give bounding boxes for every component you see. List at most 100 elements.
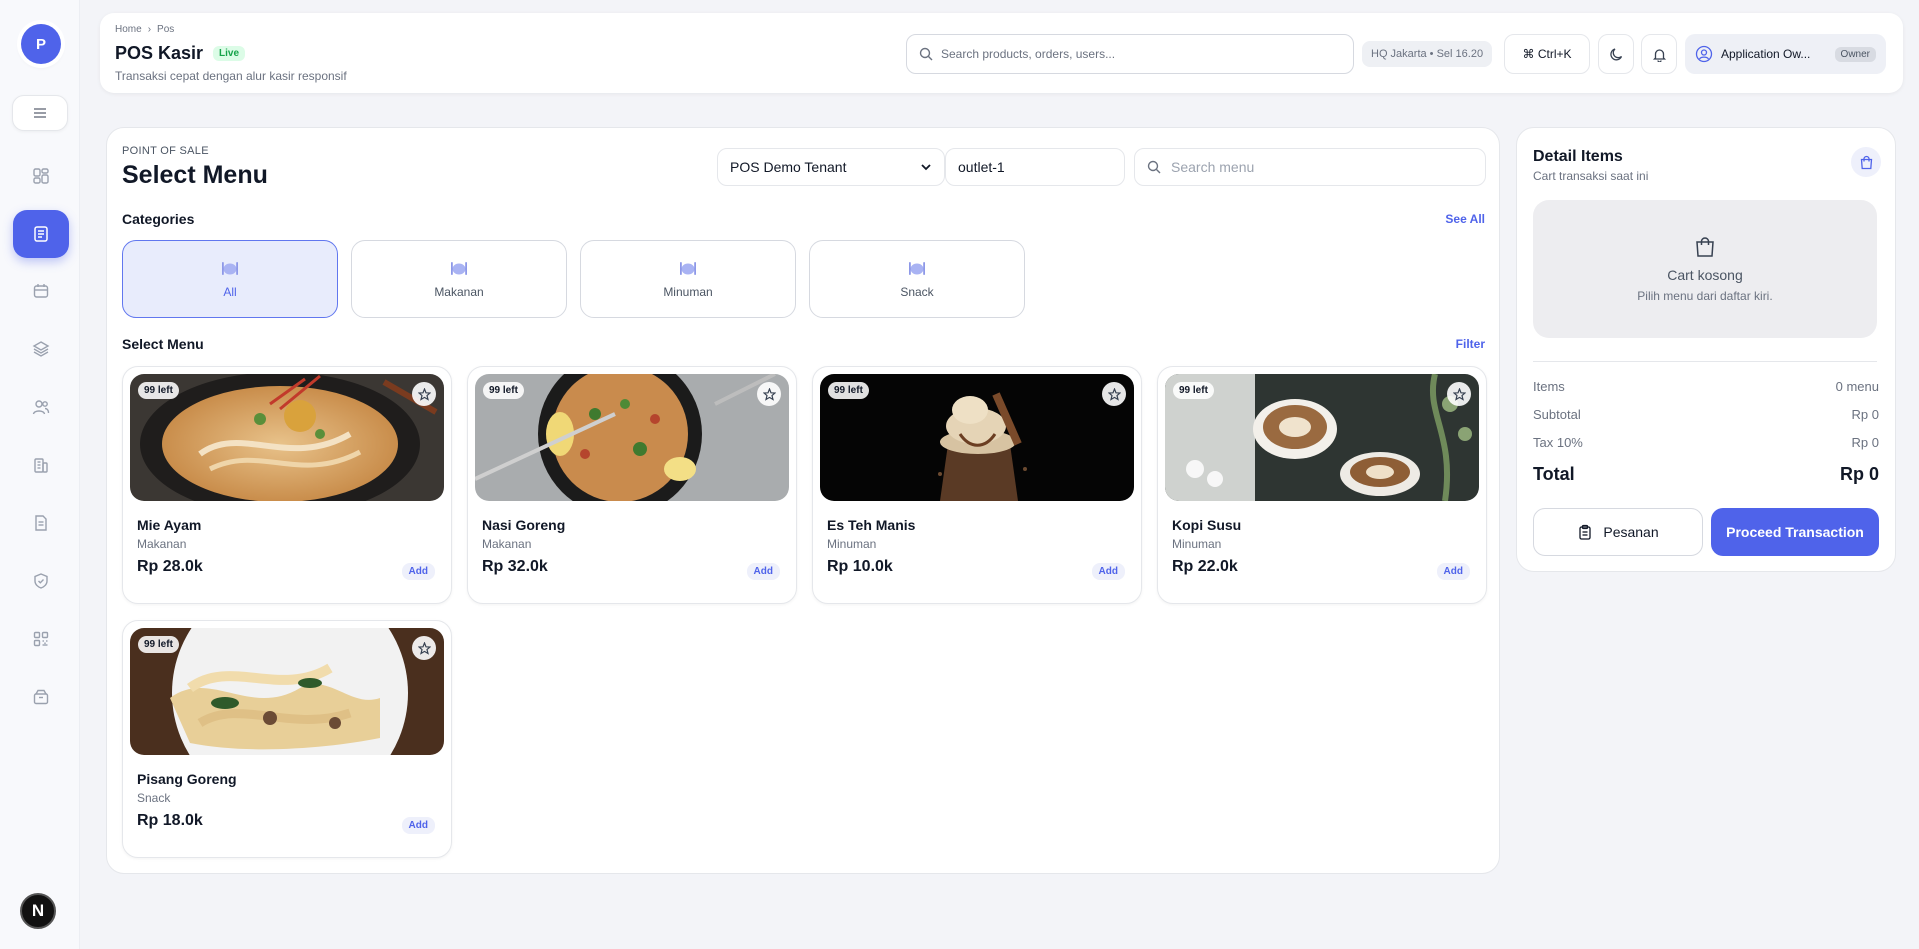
stock-badge: 99 left bbox=[138, 636, 179, 653]
product-card[interactable]: 99 left Pisang Goreng Snack Rp 18.0k Add bbox=[122, 620, 452, 858]
chevron-down-icon bbox=[921, 164, 931, 171]
breadcrumb-home[interactable]: Home bbox=[115, 24, 142, 35]
stock-badge: 99 left bbox=[138, 382, 179, 399]
add-to-cart-button[interactable]: Add bbox=[401, 817, 435, 834]
clipboard-icon bbox=[1579, 524, 1592, 540]
cart-button[interactable] bbox=[1851, 147, 1881, 177]
product-card[interactable]: 99 left Es Teh Manis Minuman Rp 10.0k Ad… bbox=[812, 366, 1142, 604]
product-card[interactable]: 99 left Nasi Goreng Makanan Rp 32.0k Add bbox=[467, 366, 797, 604]
add-to-cart-button[interactable]: Add bbox=[1436, 563, 1470, 580]
outlet-input[interactable]: outlet-1 bbox=[945, 148, 1125, 186]
star-icon bbox=[417, 387, 431, 401]
add-to-cart-button[interactable]: Add bbox=[1091, 563, 1125, 580]
nav-calendar[interactable] bbox=[13, 267, 69, 315]
nav-building[interactable] bbox=[13, 441, 69, 489]
product-name: Mie Ayam bbox=[137, 517, 202, 533]
product-card[interactable]: 99 left Mie Ayam Makanan Rp 28.0k Add bbox=[122, 366, 452, 604]
theme-toggle-button[interactable] bbox=[1598, 34, 1634, 74]
app-logo[interactable]: P bbox=[21, 24, 61, 64]
nav-dashboard[interactable] bbox=[13, 152, 69, 200]
dish-icon bbox=[909, 262, 925, 275]
category-label: Snack bbox=[900, 285, 934, 299]
menu-search-input[interactable]: Search menu bbox=[1134, 148, 1486, 186]
product-name: Kopi Susu bbox=[1172, 517, 1242, 533]
nav-users[interactable] bbox=[13, 383, 69, 431]
product-name: Pisang Goreng bbox=[137, 771, 237, 787]
items-row: Items 0 menu bbox=[1533, 379, 1879, 394]
product-name: Es Teh Manis bbox=[827, 517, 916, 533]
product-category: Minuman bbox=[1172, 537, 1222, 551]
cart-subtitle: Cart transaksi saat ini bbox=[1533, 169, 1649, 183]
category-all[interactable]: All bbox=[122, 240, 338, 318]
category-snack[interactable]: Snack bbox=[809, 240, 1025, 318]
notifications-button[interactable] bbox=[1641, 34, 1677, 74]
product-category: Snack bbox=[137, 791, 171, 805]
items-label: Items bbox=[1533, 379, 1565, 394]
favorite-button[interactable] bbox=[757, 382, 781, 406]
category-minuman[interactable]: Minuman bbox=[580, 240, 796, 318]
subtotal-row: Subtotal Rp 0 bbox=[1533, 407, 1879, 422]
product-card[interactable]: 99 left Kopi Susu Minuman Rp 22.0k Add bbox=[1157, 366, 1487, 604]
nav-inventory[interactable] bbox=[13, 673, 69, 721]
bell-icon bbox=[1652, 48, 1666, 62]
product-category: Minuman bbox=[827, 537, 877, 551]
profile-name: Application Ow... bbox=[1721, 47, 1811, 61]
nav-documents[interactable] bbox=[13, 499, 69, 547]
search-icon bbox=[1147, 160, 1161, 174]
search-icon bbox=[919, 47, 933, 61]
favorite-button[interactable] bbox=[412, 382, 436, 406]
hamburger-icon bbox=[34, 108, 46, 118]
role-badge: Owner bbox=[1834, 46, 1876, 62]
dish-icon bbox=[222, 262, 238, 275]
users-icon bbox=[32, 400, 50, 415]
cart-title: Detail Items bbox=[1533, 148, 1623, 165]
document-icon bbox=[35, 515, 47, 531]
star-icon bbox=[1452, 387, 1466, 401]
nav-security[interactable] bbox=[13, 557, 69, 605]
cart-panel: Detail Items Cart transaksi saat ini Car… bbox=[1516, 127, 1896, 572]
tenant-select[interactable]: POS Demo Tenant bbox=[717, 148, 945, 186]
nav-pos[interactable] bbox=[13, 210, 69, 258]
dish-icon bbox=[680, 262, 696, 275]
live-badge: Live bbox=[213, 46, 246, 61]
product-image: 99 left bbox=[130, 374, 444, 501]
filter-link[interactable]: Filter bbox=[1456, 337, 1485, 351]
qr-code-icon bbox=[33, 631, 49, 647]
add-to-cart-button[interactable]: Add bbox=[746, 563, 780, 580]
page-subtitle: Transaksi cepat dengan alur kasir respon… bbox=[115, 69, 347, 83]
building-icon bbox=[34, 458, 48, 473]
pos-icon bbox=[34, 226, 48, 242]
category-makanan[interactable]: Makanan bbox=[351, 240, 567, 318]
nav-layers[interactable] bbox=[13, 325, 69, 373]
nav-qr[interactable] bbox=[13, 615, 69, 663]
global-search-input[interactable]: Search products, orders, users... bbox=[906, 34, 1354, 74]
global-search-placeholder: Search products, orders, users... bbox=[941, 47, 1116, 61]
favorite-button[interactable] bbox=[412, 636, 436, 660]
page-title-row: POS Kasir Live bbox=[115, 43, 246, 64]
favorite-button[interactable] bbox=[1447, 382, 1471, 406]
breadcrumb: Home › Pos bbox=[115, 24, 174, 35]
top-header: Home › Pos POS Kasir Live Transaksi cepa… bbox=[100, 13, 1903, 93]
product-image: 99 left bbox=[130, 628, 444, 755]
product-category: Makanan bbox=[137, 537, 187, 551]
profile-menu-button[interactable]: Application Ow... Owner bbox=[1685, 34, 1886, 74]
menu-title: Select Menu bbox=[122, 161, 268, 189]
product-price: Rp 22.0k bbox=[1172, 558, 1238, 575]
add-to-cart-button[interactable]: Add bbox=[401, 563, 435, 580]
menu-toggle-button[interactable] bbox=[12, 95, 68, 131]
product-price: Rp 32.0k bbox=[482, 558, 548, 575]
see-all-link[interactable]: See All bbox=[1445, 212, 1485, 226]
star-icon bbox=[417, 641, 431, 655]
empty-cart-title: Cart kosong bbox=[1667, 267, 1743, 283]
user-circle-icon bbox=[1695, 45, 1713, 63]
orders-button[interactable]: Pesanan bbox=[1533, 508, 1703, 556]
star-icon bbox=[1107, 387, 1121, 401]
proceed-transaction-button[interactable]: Proceed Transaction bbox=[1711, 508, 1879, 556]
stock-badge: 99 left bbox=[828, 382, 869, 399]
orders-button-label: Pesanan bbox=[1603, 524, 1659, 540]
total-row: Total Rp 0 bbox=[1533, 464, 1879, 485]
favorite-button[interactable] bbox=[1102, 382, 1126, 406]
command-palette-button[interactable]: ⌘ Ctrl+K bbox=[1504, 34, 1590, 74]
user-avatar[interactable]: N bbox=[20, 893, 56, 929]
menu-search-placeholder: Search menu bbox=[1171, 159, 1255, 175]
